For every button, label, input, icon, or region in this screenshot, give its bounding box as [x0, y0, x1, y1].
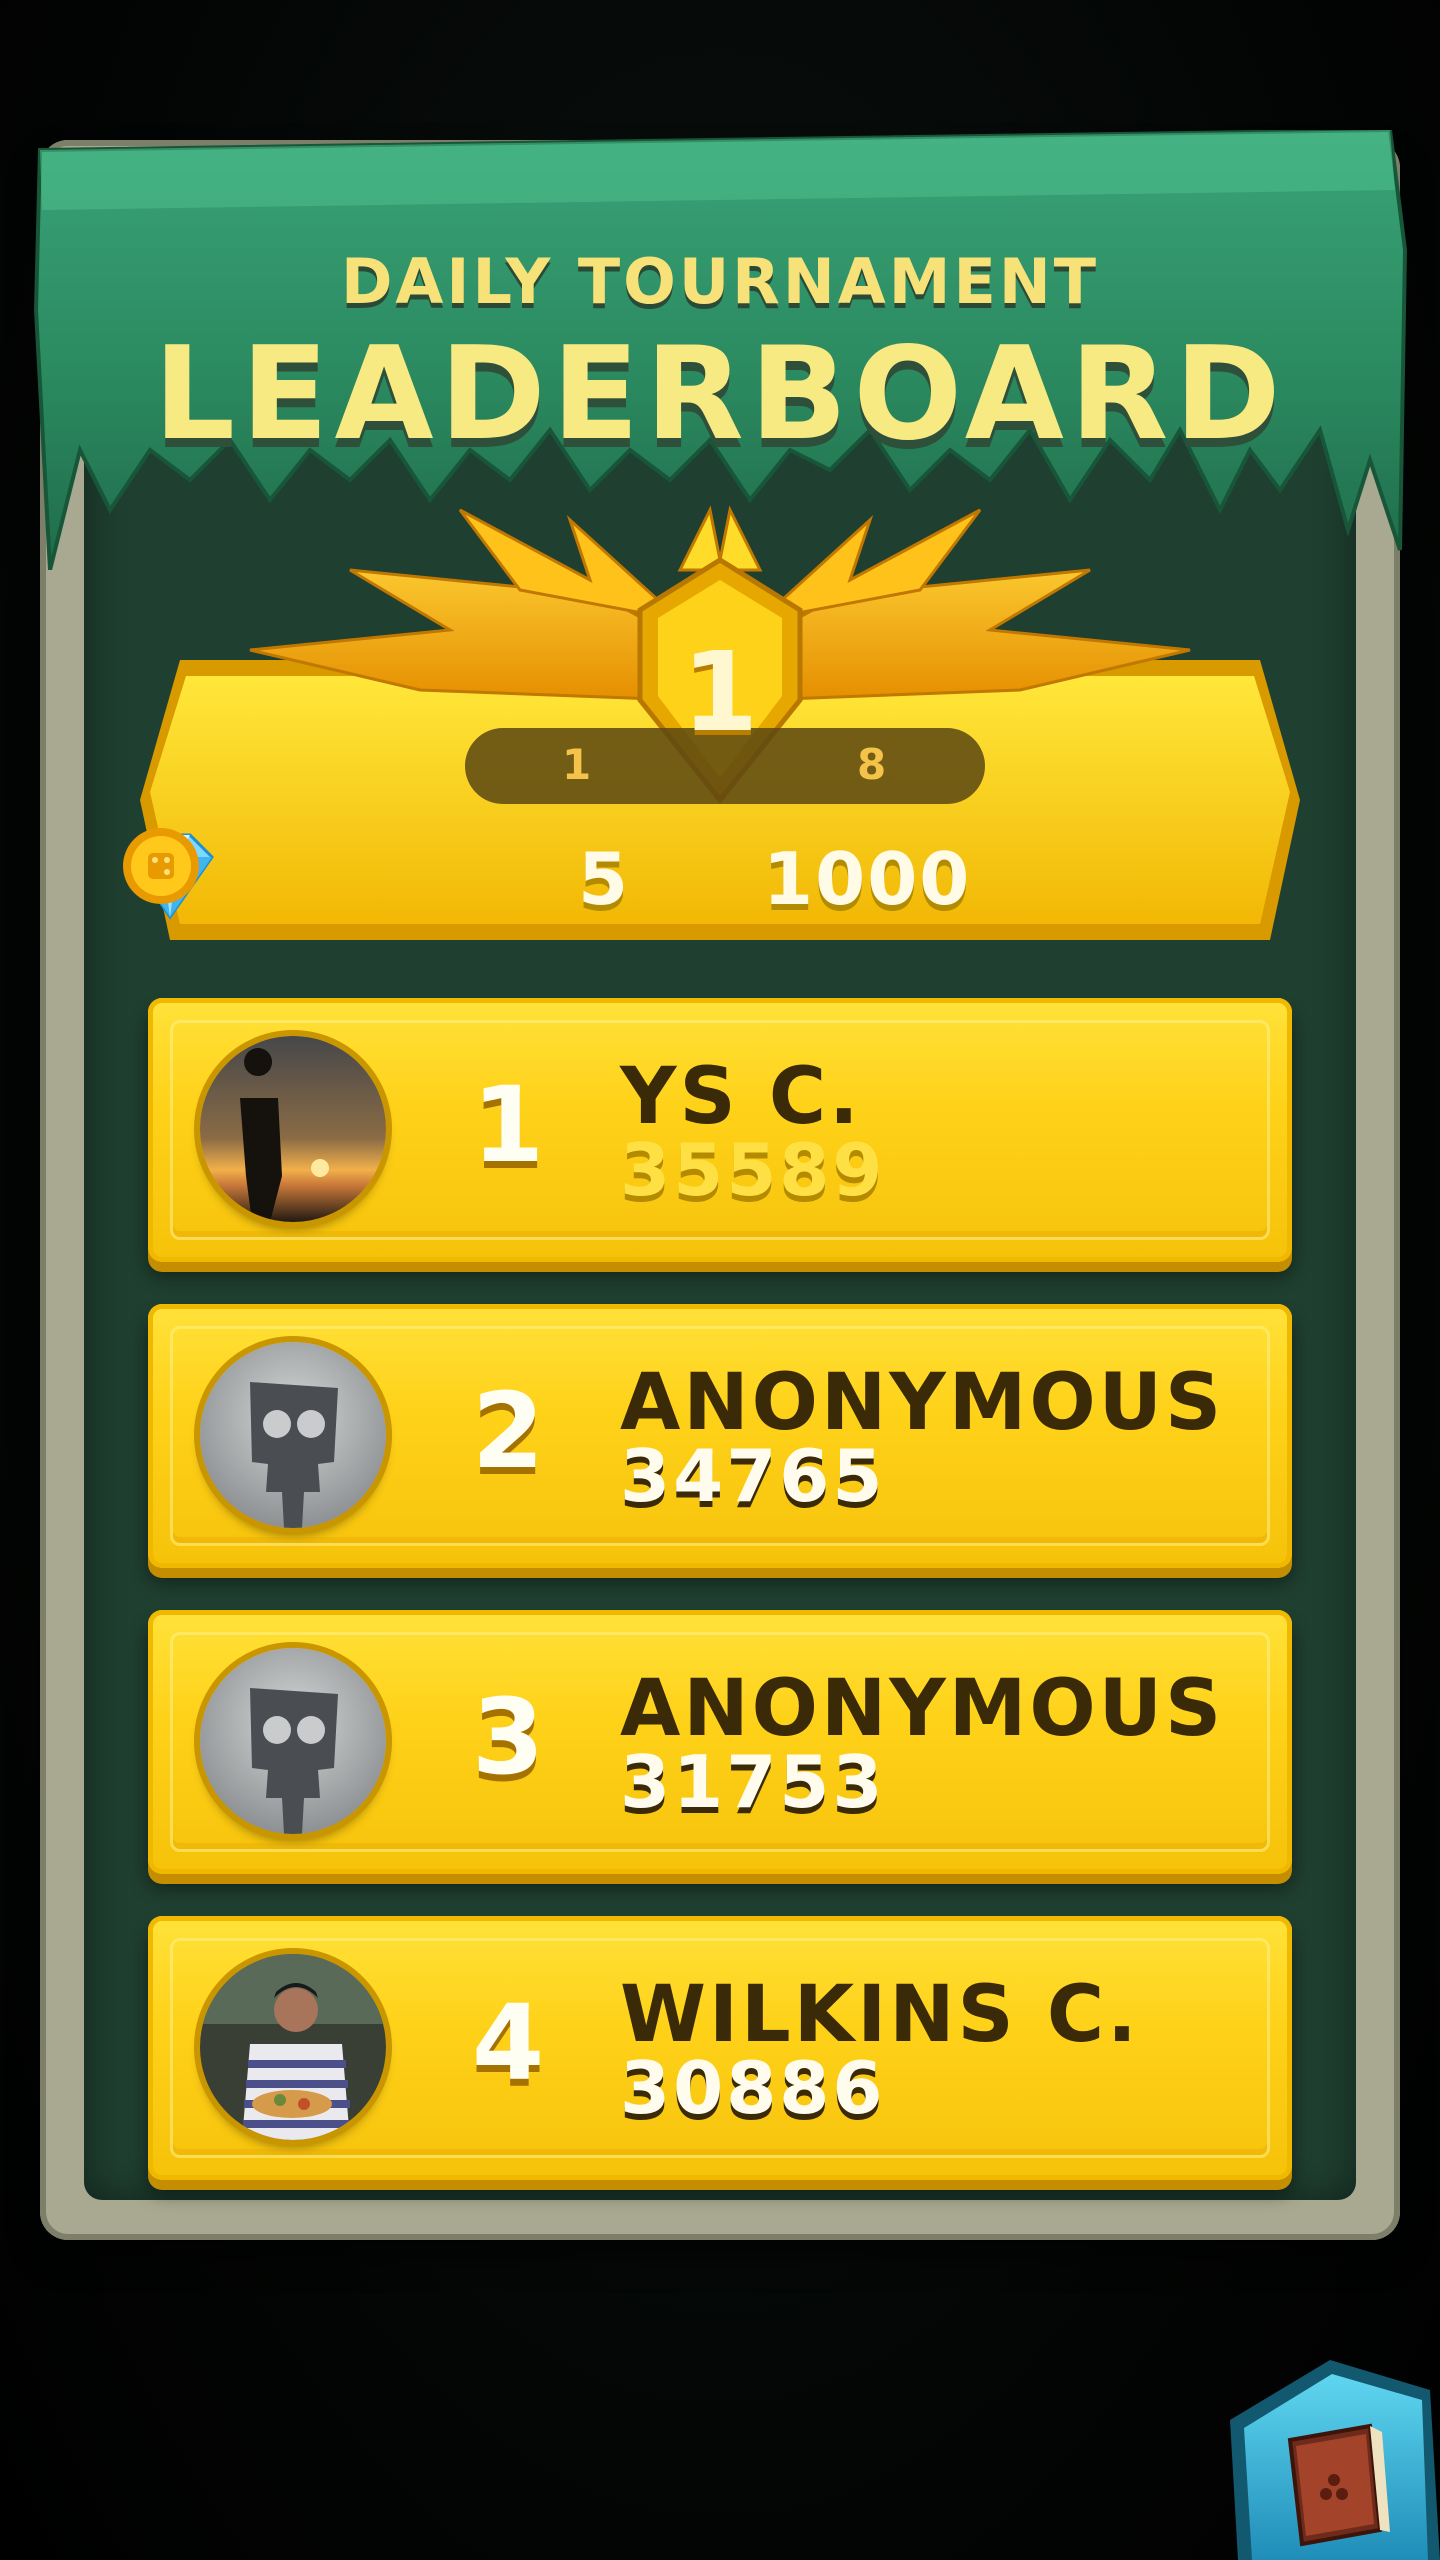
current-rank-badge: 1	[681, 628, 759, 756]
leaderboard-row-2[interactable]: 2 ANONYMOUS 34765	[148, 1304, 1292, 1568]
rank-number: 2	[471, 1370, 545, 1492]
rank-number: 3	[471, 1676, 545, 1798]
default-avatar-icon	[200, 1648, 386, 1834]
book-icon[interactable]	[1230, 2360, 1440, 2560]
leaderboard-row-1[interactable]: 1 YS C. 35589	[148, 998, 1292, 1262]
rank-range-start: 1	[562, 740, 592, 789]
avatar	[200, 1036, 386, 1222]
avatar	[200, 1954, 386, 2140]
avatar	[200, 1648, 386, 1834]
leaderboard-row-4[interactable]: 4 WILKINS C. 30886	[148, 1916, 1292, 2180]
rank-range-end: 8	[857, 740, 887, 789]
rank-panel: 1 1 8 5 1000	[120, 500, 1320, 970]
rank-number: 4	[471, 1982, 545, 2104]
header-subtitle: DAILY TOURNAMENT	[340, 245, 1100, 318]
player-score: 34765	[620, 1434, 886, 1518]
reward-coins-value: 1000	[763, 837, 972, 921]
default-avatar-icon	[200, 1342, 386, 1528]
player-score: 30886	[620, 2046, 886, 2130]
reward-row: 5 1000	[120, 825, 1320, 935]
coin-icon	[123, 828, 199, 904]
player-score: 35589	[620, 1128, 886, 1212]
rank-number: 1	[471, 1064, 545, 1186]
page-title: LEADERBOARD	[153, 320, 1287, 469]
leaderboard-row-3[interactable]: 3 ANONYMOUS 31753	[148, 1610, 1292, 1874]
avatar-photo	[200, 1954, 386, 2140]
avatar	[200, 1342, 386, 1528]
avatar-photo	[200, 1036, 386, 1222]
reward-gems-value: 5	[578, 837, 629, 921]
player-score: 31753	[620, 1740, 886, 1824]
